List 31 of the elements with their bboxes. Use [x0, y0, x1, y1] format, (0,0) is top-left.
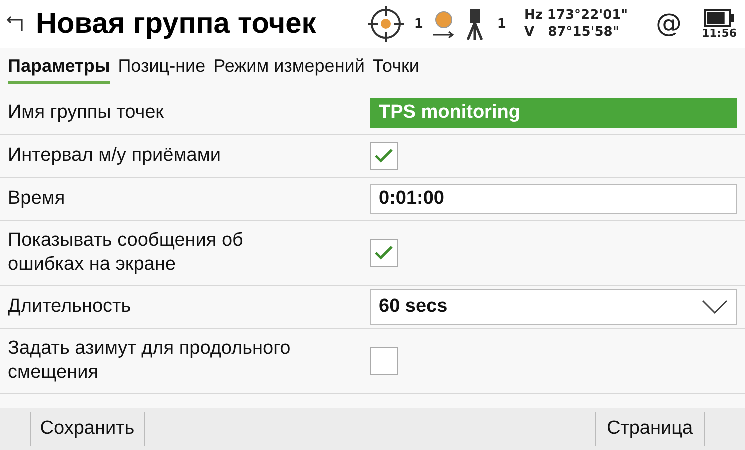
tab[interactable]: Режим измерений [214, 56, 365, 84]
hz-angle: Hz 173°22'01" [524, 7, 628, 24]
checkmark-icon [374, 245, 394, 261]
input-field[interactable]: 0:01:00 [370, 184, 737, 214]
prism-icon[interactable] [433, 9, 456, 39]
page-button[interactable]: Страница [595, 412, 705, 446]
checkmark-icon [374, 148, 394, 164]
back-icon[interactable] [6, 14, 26, 34]
tab[interactable]: Позиц-ние [118, 56, 206, 84]
dropdown[interactable]: 60 secs [370, 289, 737, 325]
field-label: Длительность [8, 295, 132, 319]
tab[interactable]: Точки [372, 56, 420, 84]
connection-status[interactable]: @ [656, 9, 682, 39]
tab[interactable]: Параметры [8, 56, 110, 84]
checkbox[interactable] [370, 142, 398, 170]
checkbox[interactable] [370, 239, 398, 267]
save-button[interactable]: Сохранить [30, 412, 145, 446]
field-label: Время [8, 187, 66, 211]
clock: 11:56 [702, 26, 737, 40]
station-number: 1 [497, 16, 506, 32]
checkbox[interactable] [370, 347, 398, 375]
window-title: Новая группа точек [36, 8, 318, 40]
chevron-down-icon [702, 300, 728, 314]
battery-icon [704, 8, 734, 26]
crosshair-icon[interactable] [368, 6, 404, 42]
field-label: Имя группы точек [8, 101, 165, 125]
prism-count: 1 [414, 16, 424, 32]
field-label: Показывать сообщения об ошибках на экране [8, 229, 244, 277]
field-label: Задать азимут для продольного смещения [8, 337, 292, 385]
field-label: Интервал м/у приёмами [8, 144, 222, 168]
v-angle: V 87°15'58" [524, 24, 621, 41]
